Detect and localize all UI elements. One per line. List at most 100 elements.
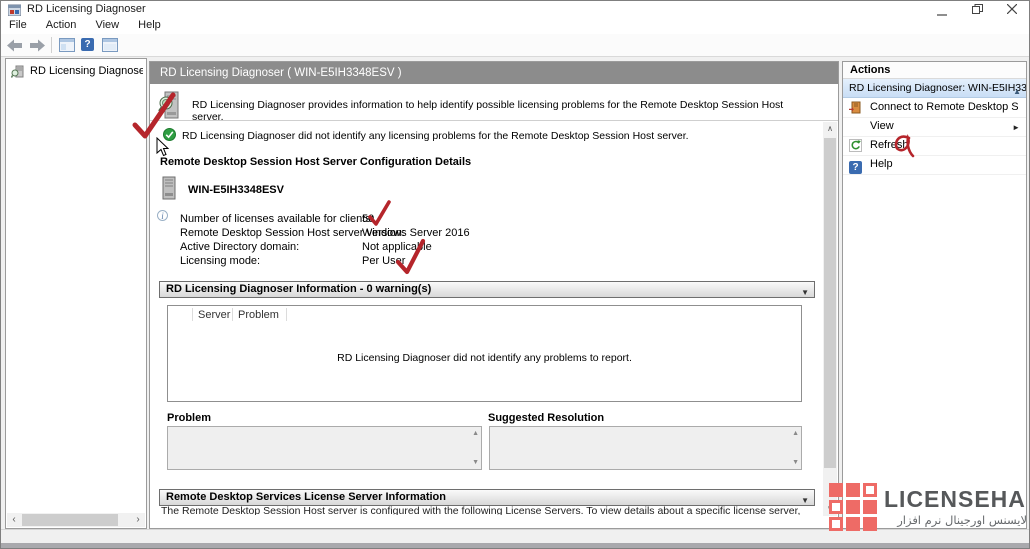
toolbar-separator [51,37,52,53]
diagnoser-node-icon [11,65,25,80]
config-value: Windows Server 2016 [362,227,470,239]
results-pane-header: RD Licensing Diagnoser ( WIN-E5IH3348ESV… [150,62,838,84]
server-name: WIN-E5IH3348ESV [188,184,284,196]
tree-scrollbar-thumb[interactable] [22,514,118,526]
logo-brand-text: LICENSEHA [884,486,1026,513]
help-icon: ? [81,38,94,51]
menu-bar: File Action View Help [1,18,1030,34]
show-console-tree-button[interactable] [59,38,75,55]
rd-licensing-diagnoser-window: RD Licensing Diagnoser File Action View … [0,0,1030,549]
scroll-up-icon[interactable]: ▲ [792,430,799,437]
info-icon: i [157,210,168,222]
suggested-resolution-label: Suggested Resolution [488,412,604,424]
logo-square [863,483,877,497]
action-label: Connect to Remote Desktop Sessio... [870,98,1018,117]
action-label: View [870,117,894,136]
restore-button[interactable] [961,1,993,18]
logo-square [846,517,860,531]
column-header-problem[interactable]: Problem [238,309,279,321]
problem-box: ▲ ▼ [167,426,482,470]
collapse-icon[interactable]: ▼ [801,285,809,300]
logo-tagline-farsi: لایسنس اورجینال نرم افزار [867,513,1027,527]
back-button[interactable] [7,39,23,55]
title-bar: RD Licensing Diagnoser [1,1,1030,18]
minimize-button[interactable] [926,1,958,18]
logo-square [846,500,860,514]
actions-pane: Actions RD Licensing Diagnoser: WIN-E5IH… [842,61,1027,529]
tree-item-label: RD Licensing Diagnoser: WIN-E [30,65,143,77]
scroll-down-icon[interactable]: ▼ [792,459,799,466]
menu-file[interactable]: File [1,18,35,32]
column-separator [232,308,233,321]
scroll-down-icon[interactable]: ▼ [472,459,479,466]
restore-icon [975,5,983,12]
logo-square [829,500,843,514]
actions-pane-title: Actions [843,62,1026,79]
warnings-list-panel: Server Problem RD Licensing Diagnoser di… [167,305,802,402]
action-label: Help [870,155,893,174]
actions-group-label: RD Licensing Diagnoser: WIN-E5IH3348... [849,82,1026,94]
config-value: Not applicable [362,241,432,253]
licenseha-watermark: LICENSEHA لایسنس اورجینال نرم افزار [827,479,1027,545]
scroll-right-arrow-icon[interactable]: › [131,513,145,527]
config-details-heading: Remote Desktop Session Host Server Confi… [160,156,471,168]
server-icon [161,176,178,203]
results-pane: RD Licensing Diagnoser ( WIN-E5IH3348ESV… [149,61,839,529]
back-arrow-icon [7,39,23,52]
app-icon [8,3,21,19]
refresh-icon [849,139,862,152]
scroll-left-arrow-icon[interactable]: ‹ [7,513,21,527]
tree-horizontal-scrollbar[interactable]: ‹ › [7,513,145,527]
action-label: Refresh [870,136,909,155]
forward-button[interactable] [29,39,45,55]
content-vertical-scrollbar[interactable]: ∧ ∨ [823,122,837,516]
column-separator [286,308,287,321]
menu-help[interactable]: Help [130,18,169,32]
no-problems-report-text: RD Licensing Diagnoser did not identify … [168,352,801,364]
config-value: 50 [362,213,374,225]
window-title: RD Licensing Diagnoser [27,3,146,15]
config-value: Per User [362,255,405,267]
logo-square [863,500,877,514]
help-icon: ? [849,158,862,171]
suggested-resolution-box: ▲ ▼ [489,426,802,470]
no-problems-text: RD Licensing Diagnoser did not identify … [182,130,802,142]
menu-action[interactable]: Action [38,18,85,32]
new-window-button[interactable] [102,38,118,55]
logo-square [829,483,843,497]
info-section-title: RD Licensing Diagnoser Information - 0 w… [166,283,431,295]
config-label: Number of licenses available for clients… [180,213,374,225]
window-icon [102,38,118,52]
config-label: Active Directory domain: [180,241,299,253]
toolbar: ? [1,34,1030,57]
config-label: Licensing mode: [180,255,260,267]
console-tree-pane: RD Licensing Diagnoser: WIN-E ‹ › [5,58,147,529]
group-collapse-icon[interactable]: ▲ [1013,83,1021,98]
logo-square [846,483,860,497]
license-section-header[interactable]: Remote Desktop Services License Server I… [159,489,815,506]
license-section-title: Remote Desktop Services License Server I… [166,491,446,503]
forward-arrow-icon [29,39,45,52]
help-toolbar-button[interactable]: ? [81,38,94,51]
license-section-body-clipped: The Remote Desktop Session Host server i… [161,505,811,515]
scroll-up-icon[interactable]: ▲ [472,430,479,437]
tree-item-rd-licensing-diagnoser[interactable]: RD Licensing Diagnoser: WIN-E [9,63,143,80]
mouse-cursor [156,137,170,157]
menu-view[interactable]: View [87,18,127,32]
problem-label: Problem [167,412,211,424]
action-help[interactable]: ? Help [843,155,1026,175]
column-header-server[interactable]: Server [198,309,230,321]
close-button[interactable] [996,1,1028,18]
intro-separator [150,120,838,121]
content-scrollbar-thumb[interactable] [824,138,836,468]
action-view[interactable]: View ► [843,117,1026,137]
connect-server-icon [849,101,862,114]
submenu-arrow-icon: ► [1012,118,1020,137]
action-refresh[interactable]: Refresh [843,136,1026,156]
console-window-icon [59,38,75,52]
action-connect[interactable]: Connect to Remote Desktop Sessio... [843,98,1026,118]
info-section-header[interactable]: RD Licensing Diagnoser Information - 0 w… [159,281,815,298]
scroll-up-arrow-icon[interactable]: ∧ [823,122,837,136]
column-separator [192,308,193,321]
actions-group-header[interactable]: RD Licensing Diagnoser: WIN-E5IH3348... … [843,79,1026,98]
